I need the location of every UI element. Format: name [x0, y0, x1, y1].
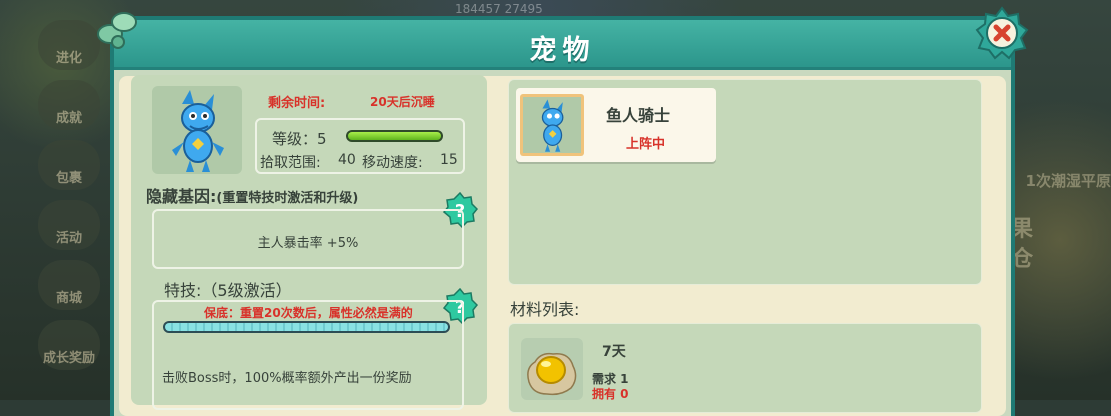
skill-progress-bar: [163, 321, 450, 333]
background-map-label: 1次潮湿平原: [1025, 172, 1111, 190]
remaining-time-value: 20天后沉睡: [370, 95, 435, 109]
material-duration: 7天: [602, 344, 626, 360]
skill-progress-fill: [165, 323, 448, 331]
move-speed-value: 15: [440, 152, 458, 168]
remaining-time-label: 剩余时间:: [268, 96, 326, 111]
panel-header: 宠物: [114, 20, 1011, 70]
skill-guarantee-text: 保底：重置20次数后，属性必然是满的: [204, 306, 413, 320]
pickup-range-label: 拾取范围:: [260, 155, 321, 171]
pickup-range-value: 40: [338, 152, 356, 168]
background-fruit-store: 果仓: [1011, 217, 1034, 272]
panel-title: 宠物: [529, 35, 596, 66]
side-item-achievement: 成就: [38, 80, 100, 130]
hidden-gene-effect: 主人暴击率 +5%: [257, 236, 359, 251]
side-item-shop: 商城: [38, 260, 100, 310]
fishman-knight-icon: [541, 99, 564, 152]
side-item-activity: 活动: [38, 200, 100, 250]
background-side-menu: 进化 成就 包裹 活动 商城 成长奖励: [38, 20, 108, 380]
pet-card-name: 鱼人骑士: [606, 106, 671, 125]
side-item-growth-reward: 成长奖励: [38, 320, 100, 370]
level-label: 等级：5: [272, 130, 327, 148]
close-icon: [975, 6, 1029, 60]
close-button[interactable]: [975, 6, 1029, 60]
materials-title: 材料列表:: [510, 300, 580, 319]
leaf-decoration-icon: [97, 12, 137, 49]
level-progress-fill: [348, 132, 441, 140]
side-item-evolve: 进化: [38, 20, 100, 70]
pet-card-thumbnail: [520, 94, 584, 156]
fishman-knight-icon: [172, 90, 224, 172]
gold-egg-icon: [527, 352, 577, 396]
level-progress-bar: [346, 130, 443, 142]
hidden-gene-note: (重置特技时激活和升级): [216, 191, 359, 206]
side-item-bag: 包裹: [38, 140, 100, 190]
pet-portrait: [152, 86, 242, 174]
skill-description: 击败Boss时，100%概率额外产出一份奖励: [162, 371, 412, 386]
hidden-gene-title: 隐藏基因:(重置特技时激活和升级): [146, 187, 359, 206]
background-top-numbers: 184457 27495: [455, 2, 543, 16]
material-own: 拥有 0: [592, 387, 629, 401]
material-item[interactable]: [521, 338, 583, 400]
pet-card-fishman-knight[interactable]: 鱼人骑士 上阵中: [516, 88, 716, 162]
move-speed-label: 移动速度:: [362, 155, 423, 171]
pet-card-status: 上阵中: [626, 137, 666, 152]
skill-title: 特技:（5级激活）: [164, 281, 292, 300]
